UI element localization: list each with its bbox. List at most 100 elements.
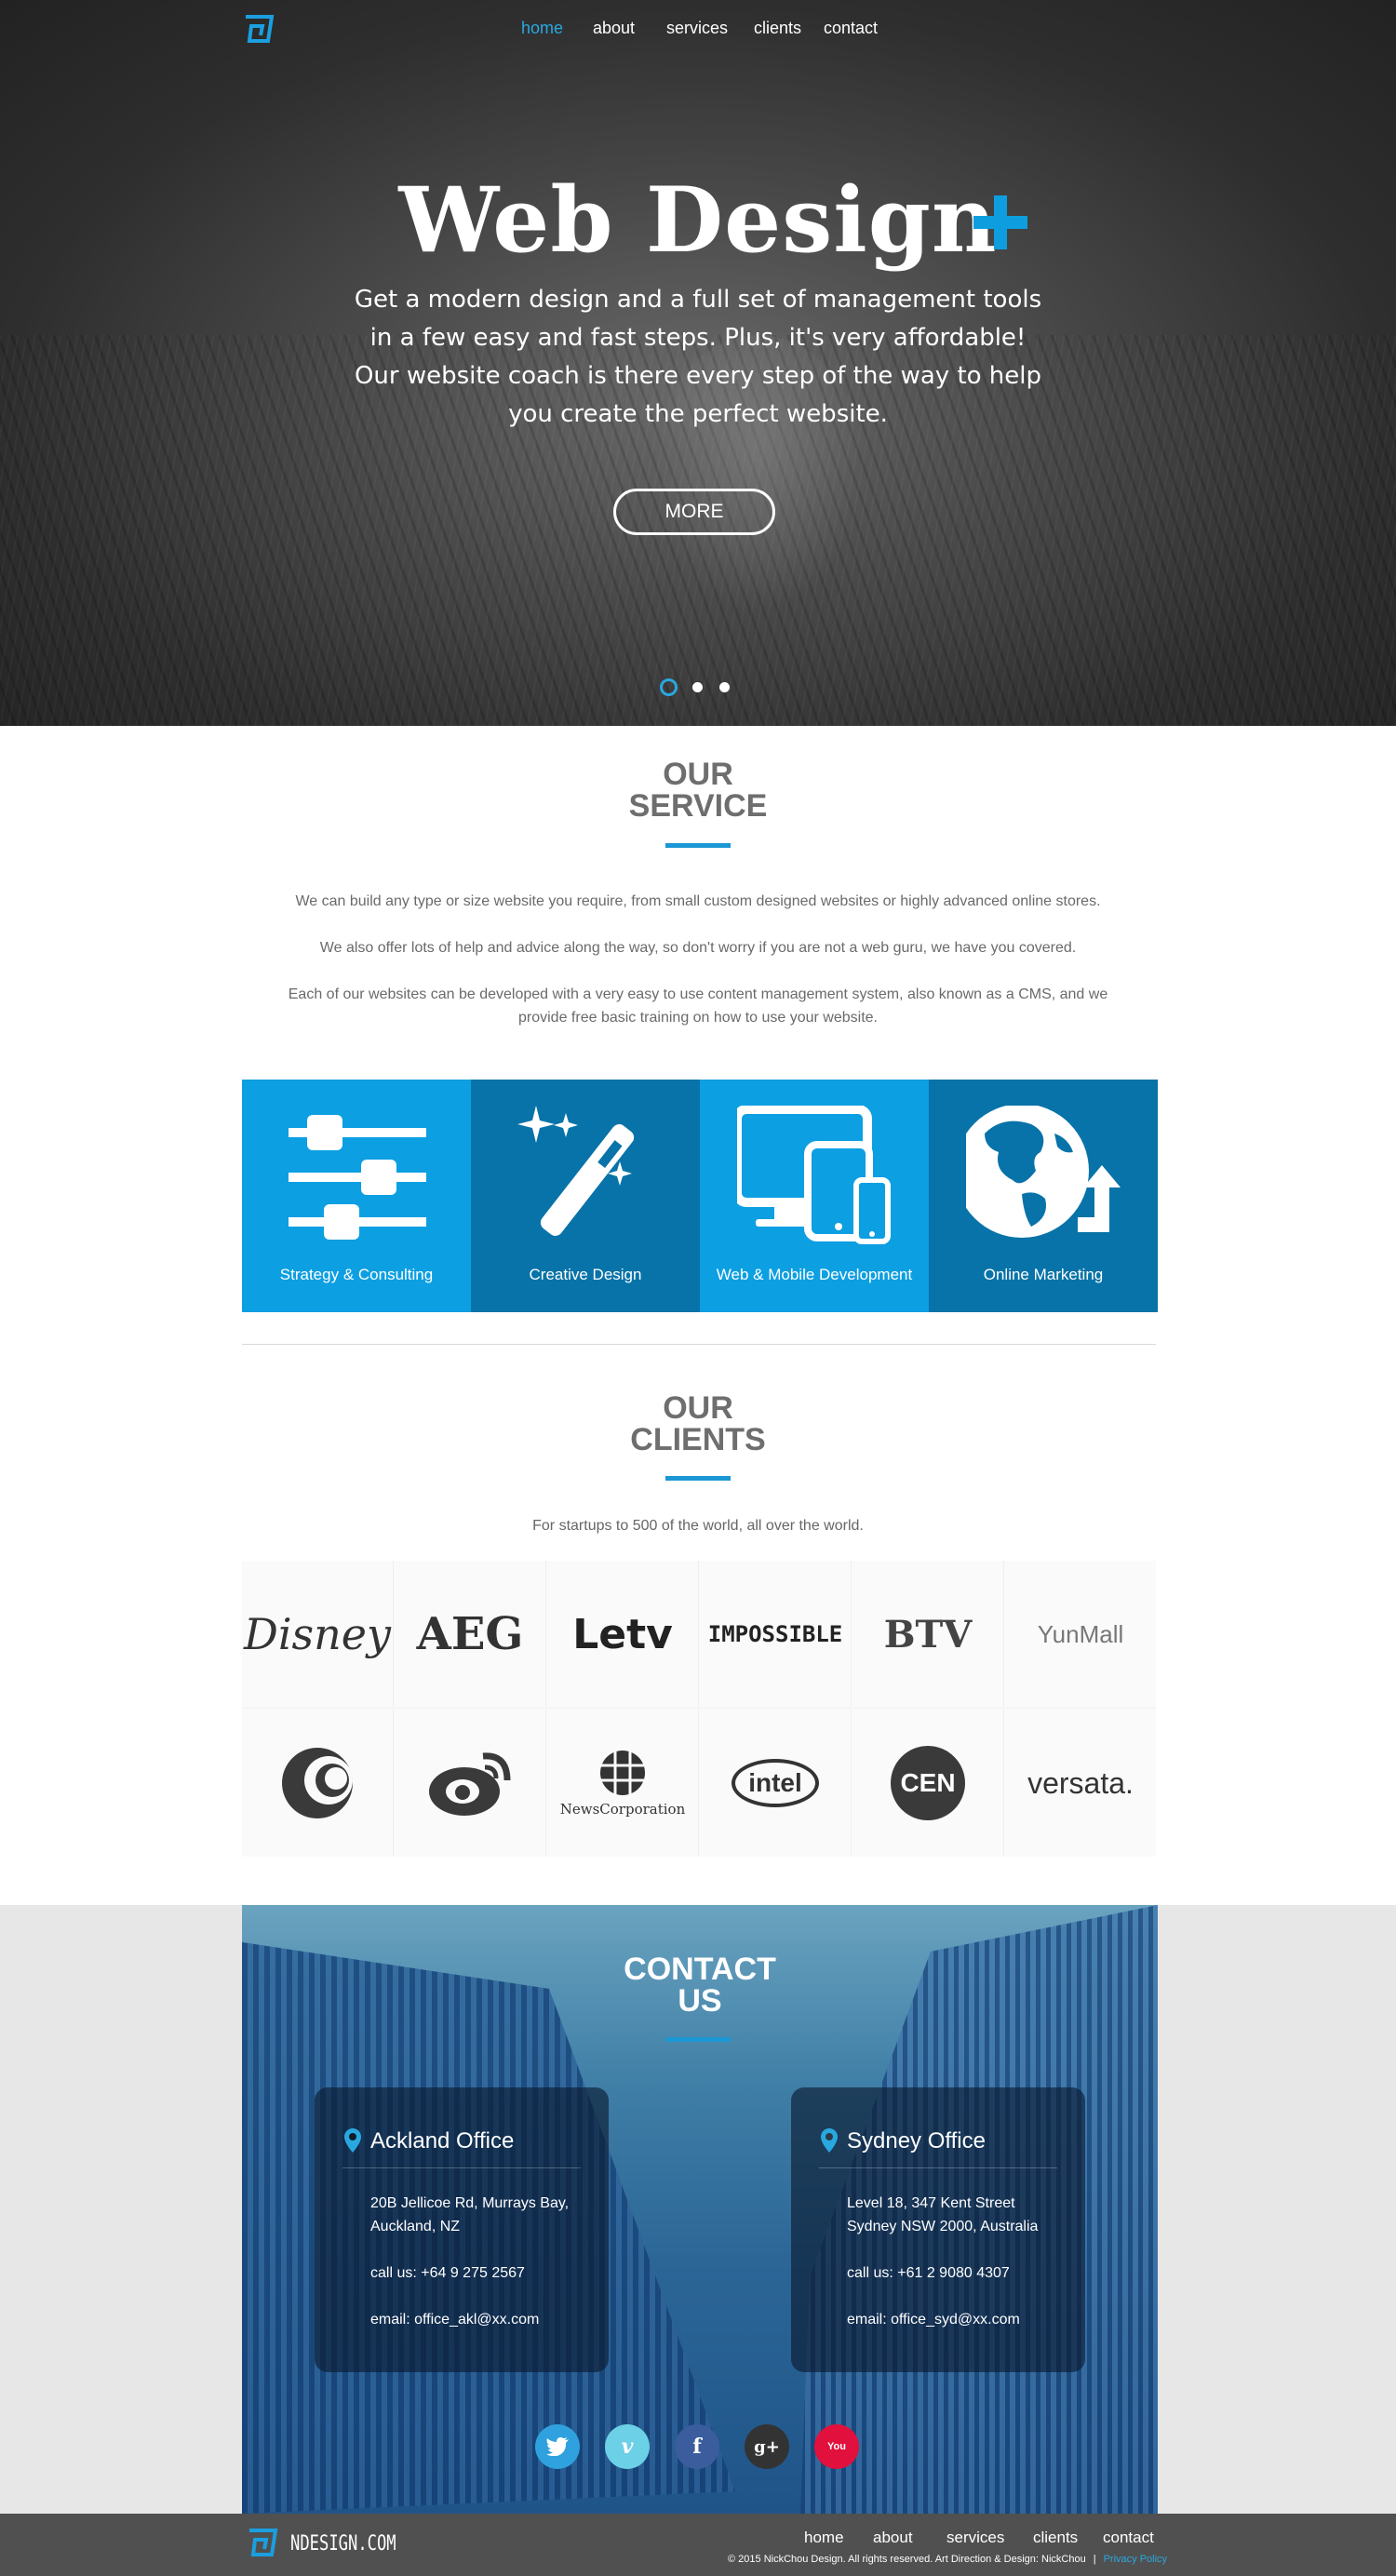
hero-line: in a few easy and fast steps. Plus, it's… xyxy=(369,324,1027,352)
service-tile-creative[interactable]: Creative Design xyxy=(471,1080,700,1312)
office-phone[interactable]: call us: +64 9 275 2567 xyxy=(370,2261,603,2285)
slider-dot-2[interactable] xyxy=(692,682,703,692)
sliders-icon xyxy=(289,1115,426,1240)
service-paragraph: We also offer lots of help and advice al… xyxy=(319,940,1077,956)
swirl-logo-icon xyxy=(282,1748,353,1818)
office-divider xyxy=(819,2167,1057,2168)
office-details: Level 18, 347 Kent Street Sydney NSW 200… xyxy=(847,2192,1080,2331)
footer-separator: | xyxy=(1093,2554,1096,2565)
office-details: 20B Jellicoe Rd, Murrays Bay, Auckland, … xyxy=(370,2192,603,2331)
hero-banner: home about services clients contact Web … xyxy=(0,0,1396,726)
btv-logo[interactable]: BTV xyxy=(852,1561,1004,1709)
service-tiles: Strategy & Consulting Creative Design We… xyxy=(242,1080,1158,1312)
social-links: v f g+ You xyxy=(535,2424,907,2471)
nav-services-link[interactable]: services xyxy=(666,19,728,38)
clients-title-line1: OUR xyxy=(663,1390,733,1426)
service-paragraph: Each of our websites can be developed wi… xyxy=(288,986,1108,1026)
footer-copyright-line: © 2015 NickChou Design. All rights reser… xyxy=(728,2554,1167,2565)
nav-home-link[interactable]: home xyxy=(521,19,563,38)
hero-line: you create the perfect website. xyxy=(508,400,888,428)
twitter-bird-icon xyxy=(546,2437,569,2456)
disney-logo[interactable]: Disney xyxy=(242,1561,394,1709)
newscorp-logo[interactable]: NewsCorporation xyxy=(547,1710,699,1857)
office-email[interactable]: email: office_syd@xx.com xyxy=(847,2308,1080,2331)
footer-nav-about[interactable]: about xyxy=(873,2529,913,2547)
office-address-line2: Auckland, NZ xyxy=(370,2219,461,2234)
swirl-logo[interactable] xyxy=(242,1710,394,1857)
newscorp-logo-text: NewsCorporation xyxy=(559,1801,686,1818)
privacy-policy-link[interactable]: Privacy Policy xyxy=(1104,2554,1167,2565)
cen-logo-text: CEN xyxy=(900,1768,956,1797)
hero-line: Get a modern design and a full set of ma… xyxy=(354,286,1042,314)
slider-dot-1[interactable] xyxy=(660,678,678,696)
versata-logo-text: versata. xyxy=(1027,1765,1134,1800)
googleplus-icon[interactable]: g+ xyxy=(745,2424,789,2469)
plus-icon xyxy=(973,195,1027,249)
site-footer: NDESIGN.COM home about services clients … xyxy=(0,2514,1396,2576)
impossible-logo[interactable]: IMPOSSIBLE xyxy=(700,1561,852,1709)
weibo-logo-icon xyxy=(429,1752,511,1816)
copyright-text: © 2015 NickChou Design. All rights reser… xyxy=(728,2554,1086,2565)
disney-logo-text: Disney xyxy=(243,1609,392,1659)
nav-contact-link[interactable]: contact xyxy=(824,19,878,38)
clients-title-line2: CLIENTS xyxy=(630,1422,766,1457)
service-tile-label: Strategy & Consulting xyxy=(279,1266,434,1283)
nav-about-link[interactable]: about xyxy=(593,19,635,38)
slider-dot-3[interactable] xyxy=(719,682,730,692)
footer-nav-home[interactable]: home xyxy=(804,2529,844,2547)
service-title-underline xyxy=(665,843,731,848)
service-tile-web-mobile[interactable]: Web & Mobile Development xyxy=(700,1080,929,1312)
office-phone[interactable]: call us: +61 2 9080 4307 xyxy=(847,2261,1080,2285)
location-pin-icon xyxy=(344,2128,361,2153)
service-tile-strategy[interactable]: Strategy & Consulting xyxy=(242,1080,471,1312)
nav-clients-link[interactable]: clients xyxy=(754,19,801,38)
cen-logo[interactable]: CEN xyxy=(852,1710,1004,1857)
service-title-line2: SERVICE xyxy=(628,788,768,824)
letv-logo-text: Letv xyxy=(572,1610,673,1658)
office-name: Ackland Office xyxy=(370,2128,515,2153)
devices-icon xyxy=(737,1106,891,1244)
hero-description: Get a modern design and a full set of ma… xyxy=(354,281,1042,434)
office-email[interactable]: email: office_akl@xx.com xyxy=(370,2308,603,2331)
clients-subtitle: For startups to 500 of the world, all ov… xyxy=(532,1518,864,1534)
more-button[interactable]: MORE xyxy=(613,489,775,535)
footer-nav-clients[interactable]: clients xyxy=(1033,2529,1078,2547)
twitter-icon[interactable] xyxy=(535,2424,580,2469)
hero-line: Our website coach is there every step of… xyxy=(354,362,1042,390)
contact-title: CONTACT US xyxy=(242,1953,1158,2017)
footer-logo-icon[interactable] xyxy=(244,2526,279,2559)
intel-logo-text: intel xyxy=(748,1768,802,1797)
facebook-icon[interactable]: f xyxy=(675,2424,719,2469)
footer-nav-contact[interactable]: contact xyxy=(1103,2529,1154,2547)
service-title: OUR SERVICE xyxy=(0,758,1396,822)
contact-title-line2: US xyxy=(678,1983,722,2019)
versata-logo[interactable]: versata. xyxy=(1005,1710,1156,1857)
yunmall-logo-text: YunMall xyxy=(1037,1619,1124,1648)
office-divider xyxy=(342,2167,581,2168)
service-tile-label: Creative Design xyxy=(529,1266,642,1283)
letv-logo[interactable]: Letv xyxy=(547,1561,699,1709)
service-title-line1: OUR xyxy=(663,757,733,792)
clients-title: OUR CLIENTS xyxy=(0,1392,1396,1456)
service-tile-marketing[interactable]: Online Marketing xyxy=(929,1080,1158,1312)
aeg-logo-text: AEG xyxy=(416,1608,524,1660)
intel-logo[interactable]: intel xyxy=(700,1710,852,1857)
aeg-logo[interactable]: AEG xyxy=(395,1561,546,1709)
vimeo-icon[interactable]: v xyxy=(605,2424,650,2469)
cen-logo-circle: CEN xyxy=(891,1746,965,1820)
weibo-logo[interactable] xyxy=(395,1710,546,1857)
footer-nav-services[interactable]: services xyxy=(946,2529,1004,2547)
office-address-line2: Sydney NSW 2000, Australia xyxy=(847,2219,1039,2234)
youtube-icon[interactable]: You xyxy=(814,2424,859,2469)
section-divider xyxy=(242,1344,1156,1345)
contact-title-underline xyxy=(665,2037,731,2042)
main-nav: home about services clients contact xyxy=(0,19,1396,41)
office-card-sydney: Sydney Office Level 18, 347 Kent Street … xyxy=(791,2087,1085,2372)
office-name: Sydney Office xyxy=(847,2128,986,2153)
slider-pagination xyxy=(660,678,744,697)
contact-title-line1: CONTACT xyxy=(624,1952,776,1987)
office-address-line1: Level 18, 347 Kent Street xyxy=(847,2195,1015,2211)
yunmall-logo[interactable]: YunMall xyxy=(1005,1561,1156,1709)
service-paragraph: We can build any type or size website yo… xyxy=(295,893,1101,909)
globe-growth-icon xyxy=(966,1106,1121,1238)
